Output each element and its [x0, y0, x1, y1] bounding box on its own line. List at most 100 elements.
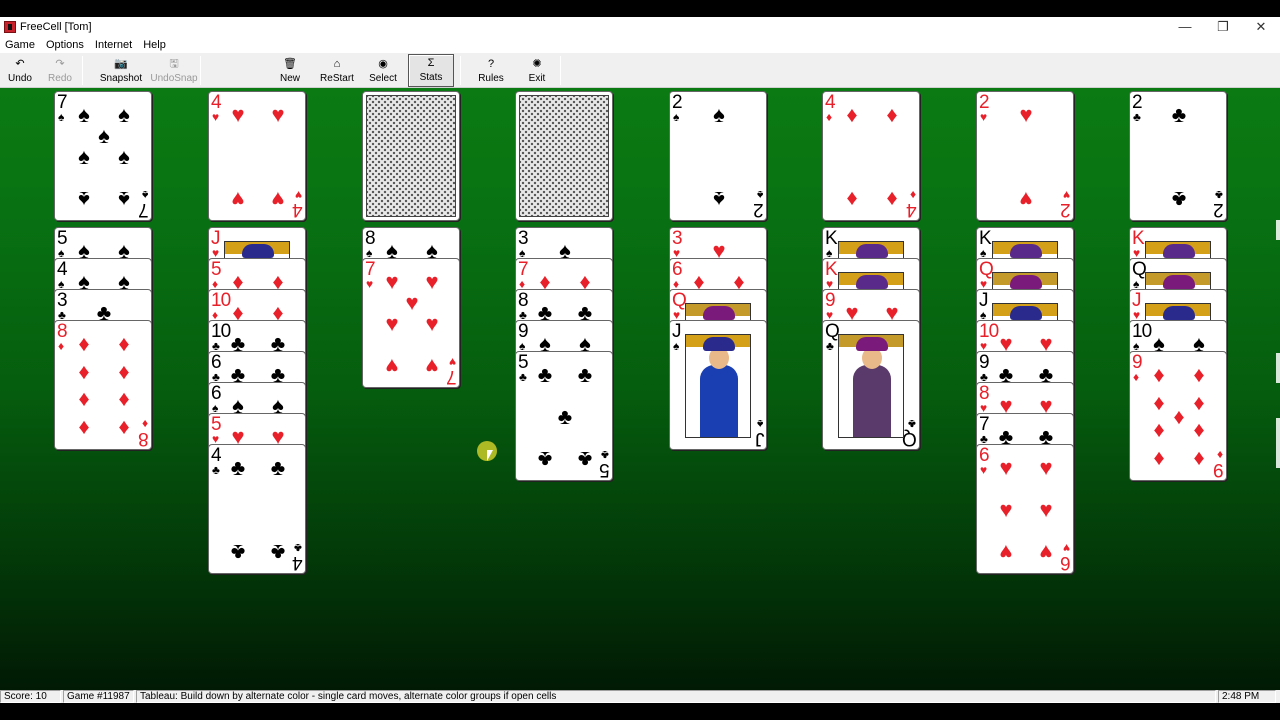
hearts-pip-icon: ♥	[1039, 540, 1053, 565]
portrait-robe	[853, 365, 891, 437]
hearts-pip-icon: ♥	[385, 311, 399, 336]
spades-icon: ♠	[673, 339, 680, 353]
spades-icon: ♠	[141, 188, 148, 202]
tableau-card[interactable]: 4 ♣ 4 ♣ ♣ ♣ ♣ ♣	[208, 444, 306, 574]
tableau-card[interactable]: 8 ♦ 8 ♦ ♦ ♦ ♦ ♦ ♦ ♦ ♦ ♦	[54, 320, 152, 450]
tableau-card[interactable]: Q ♣ Q ♣	[822, 320, 920, 450]
toolbar-button-label: Snapshot	[99, 73, 143, 84]
spades-pip-icon: ♠	[98, 123, 110, 148]
rules-button[interactable]: ? Rules	[470, 54, 512, 87]
card-rank: 2	[1061, 199, 1071, 220]
game-number: Game #11987	[63, 690, 134, 703]
diamonds-icon: ♦	[1216, 448, 1223, 462]
top-row-card[interactable]: 7 ♠ 7 ♠ ♠ ♠ ♠ ♠ ♠ ♠ ♠	[54, 91, 152, 221]
hearts-pip-icon: ♥	[1039, 455, 1053, 480]
top-row-card[interactable]: 2 ♥ 2 ♥ ♥ ♥	[976, 91, 1074, 221]
snapshot-button[interactable]: 📷 Snapshot	[96, 54, 146, 87]
portrait-crown	[703, 306, 735, 320]
tableau-card[interactable]: 5 ♣ 5 ♣ ♣ ♣ ♣ ♣ ♣	[515, 351, 613, 481]
card-rank: 2	[1214, 199, 1224, 220]
game-table[interactable]: 7 ♠ 7 ♠ ♠ ♠ ♠ ♠ ♠ ♠ ♠ 4 ♥ 4 ♥ ♥ ♥ ♥ ♥ 2 ♠ 2 ♠ ♠ ♠ 4 ♦ 4 ♦ ♦ ♦ ♦ ♦ 2 ♥ 2 ♥ ♥ ♥ 2…	[0, 88, 1280, 690]
undo-button[interactable]: ↶ Undo	[4, 54, 36, 87]
diamonds-icon: ♦	[141, 417, 148, 431]
diamonds-pip-icon: ♦	[886, 102, 898, 127]
window-title: FreeCell [Tom]	[20, 20, 92, 33]
top-row-card[interactable]: 2 ♣ 2 ♣ ♣ ♣	[1129, 91, 1227, 221]
redo-button[interactable]: ↷ Redo	[42, 54, 78, 87]
spades-pip-icon: ♠	[78, 187, 90, 212]
toolbar-button-label: Exit	[528, 73, 546, 84]
toolbar-button-label: New	[279, 73, 300, 84]
card-rank: 6	[1061, 552, 1071, 573]
offscreen-pile-edge	[1276, 220, 1280, 240]
close-icon[interactable]: ✕	[1242, 17, 1280, 36]
hearts-pip-icon: ♥	[405, 290, 419, 315]
freecell-app-icon[interactable]	[4, 20, 16, 33]
offscreen-pile-edge	[1276, 353, 1280, 383]
clubs-pip-icon: ♣	[270, 540, 286, 565]
globe-icon: ◉	[378, 58, 388, 70]
clubs-pip-icon: ♣	[270, 455, 286, 480]
portrait-crown	[856, 244, 888, 258]
diamonds-pip-icon: ♦	[1193, 362, 1205, 387]
mouse-pointer-icon	[487, 450, 493, 461]
clubs-pip-icon: ♣	[577, 447, 593, 472]
tableau-card[interactable]: J♠J♠	[669, 320, 767, 450]
menu-options[interactable]: Options	[41, 39, 90, 51]
face-card-portrait	[685, 334, 751, 438]
hearts-pip-icon: ♥	[425, 354, 439, 379]
hearts-pip-icon: ♥	[231, 102, 245, 127]
hearts-pip-icon: ♥	[1019, 102, 1033, 127]
card-rank: J	[755, 428, 765, 449]
diamonds-pip-icon: ♦	[1153, 390, 1165, 415]
stats-button[interactable]: Σ Stats	[408, 54, 454, 87]
toolbar: ↶ Undo ↷ Redo 📷 Snapshot 🖫 UndoSnap 🗑 New ⌂ ReStart…	[0, 53, 1280, 88]
card-rank: 5	[600, 459, 610, 480]
clubs-pip-icon: ♣	[1171, 187, 1187, 212]
hearts-icon: ♥	[980, 463, 988, 477]
clubs-pip-icon: ♣	[577, 362, 593, 387]
diamonds-pip-icon: ♦	[78, 359, 90, 384]
top-row-card[interactable]: 4 ♥ 4 ♥ ♥ ♥ ♥ ♥	[208, 91, 306, 221]
card-rank: 4	[907, 199, 917, 220]
diamonds-pip-icon: ♦	[846, 187, 858, 212]
clock: 2:48 PM	[1218, 690, 1276, 703]
hearts-pip-icon: ♥	[271, 102, 285, 127]
undosnap-button[interactable]: 🖫 UndoSnap	[149, 54, 199, 87]
toolbar-separator	[460, 56, 461, 85]
hearts-pip-icon: ♥	[999, 497, 1013, 522]
minimize-icon[interactable]: —	[1166, 17, 1204, 36]
tableau-card[interactable]: 7 ♥ 7 ♥ ♥ ♥ ♥ ♥ ♥ ♥ ♥	[362, 258, 460, 388]
title-bar: FreeCell [Tom] — ❐ ✕	[0, 17, 1280, 36]
clubs-pip-icon: ♣	[557, 404, 573, 429]
diamonds-icon: ♦	[909, 188, 916, 202]
clubs-pip-icon: ♣	[1171, 102, 1187, 127]
face-down-card[interactable]	[515, 91, 613, 221]
menu-help[interactable]: Help	[138, 39, 172, 51]
toolbar-button-label: UndoSnap	[150, 73, 198, 84]
hearts-pip-icon: ♥	[999, 455, 1013, 480]
screen: FreeCell [Tom] — ❐ ✕ Game Options Intern…	[0, 0, 1280, 720]
restore-icon[interactable]: ❐	[1204, 17, 1242, 36]
face-down-card[interactable]	[362, 91, 460, 221]
spades-pip-icon: ♠	[713, 102, 725, 127]
tableau-card[interactable]: 9 ♦ 9 ♦ ♦ ♦ ♦ ♦ ♦ ♦ ♦ ♦ ♦	[1129, 351, 1227, 481]
select-button[interactable]: ◉ Select	[364, 54, 402, 87]
menu-game[interactable]: Game	[0, 39, 41, 51]
card-back-pattern	[519, 95, 609, 217]
top-row-card[interactable]: 2 ♠ 2 ♠ ♠ ♠	[669, 91, 767, 221]
diamonds-pip-icon: ♦	[1193, 390, 1205, 415]
menu-internet[interactable]: Internet	[90, 39, 138, 51]
hearts-pip-icon: ♥	[999, 540, 1013, 565]
new-button[interactable]: 🗑 New	[268, 54, 312, 87]
spades-icon: ♠	[756, 417, 763, 431]
restart-button[interactable]: ⌂ ReStart	[316, 54, 358, 87]
diamonds-pip-icon: ♦	[886, 187, 898, 212]
hearts-pip-icon: ♥	[385, 354, 399, 379]
clubs-icon: ♣	[908, 417, 916, 431]
card-rank: Q	[903, 428, 917, 449]
exit-button[interactable]: ✺ Exit	[517, 54, 557, 87]
tableau-card[interactable]: 6 ♥ 6 ♥ ♥ ♥ ♥ ♥ ♥ ♥	[976, 444, 1074, 574]
question-icon: ?	[487, 58, 495, 70]
top-row-card[interactable]: 4 ♦ 4 ♦ ♦ ♦ ♦ ♦	[822, 91, 920, 221]
